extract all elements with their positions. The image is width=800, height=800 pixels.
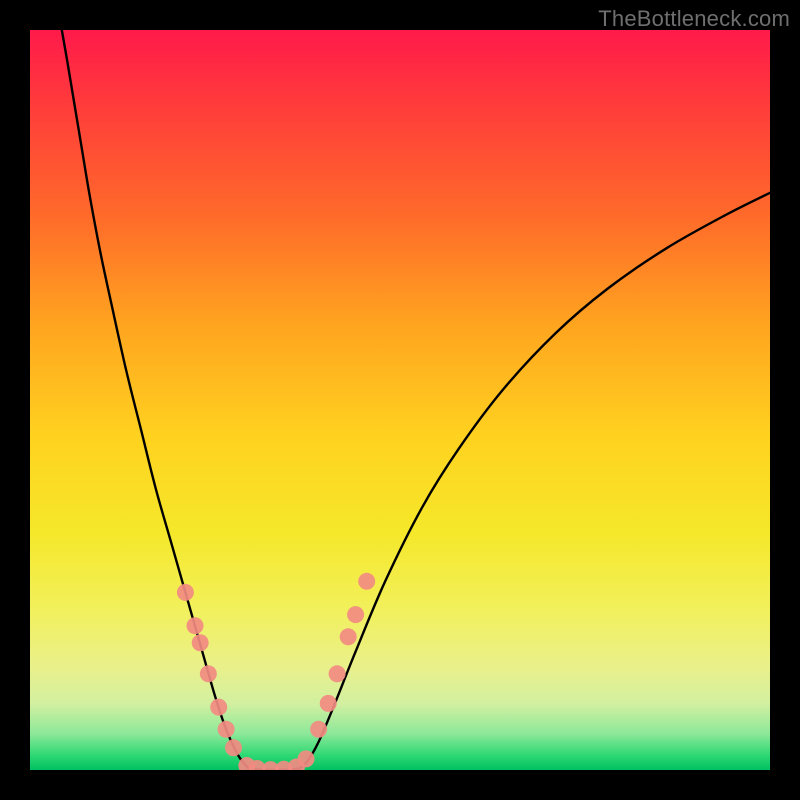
segment-dot	[218, 721, 235, 738]
bottleneck-curve	[62, 30, 770, 770]
segment-dot	[310, 721, 327, 738]
curve-svg	[30, 30, 770, 770]
segment-dot	[238, 757, 255, 770]
segment-dot	[225, 739, 242, 756]
segment-dot	[320, 695, 337, 712]
segment-dot	[298, 750, 315, 767]
segment-dot	[177, 584, 194, 601]
segment-dot	[200, 665, 217, 682]
segment-dot	[249, 760, 266, 770]
watermark-text: TheBottleneck.com	[598, 6, 790, 32]
segment-dot	[262, 761, 279, 770]
segment-dot	[347, 606, 364, 623]
curve-group	[62, 30, 770, 770]
segment-dot	[187, 617, 204, 634]
segment-dot	[288, 759, 305, 770]
chart-stage: TheBottleneck.com	[0, 0, 800, 800]
segment-dot	[275, 761, 292, 770]
segment-dot	[340, 628, 357, 645]
segment-dot	[329, 665, 346, 682]
segment-dot	[358, 573, 375, 590]
segment-dot	[192, 634, 209, 651]
marker-group	[177, 573, 375, 770]
plot-area	[30, 30, 770, 770]
segment-dot	[210, 699, 227, 716]
